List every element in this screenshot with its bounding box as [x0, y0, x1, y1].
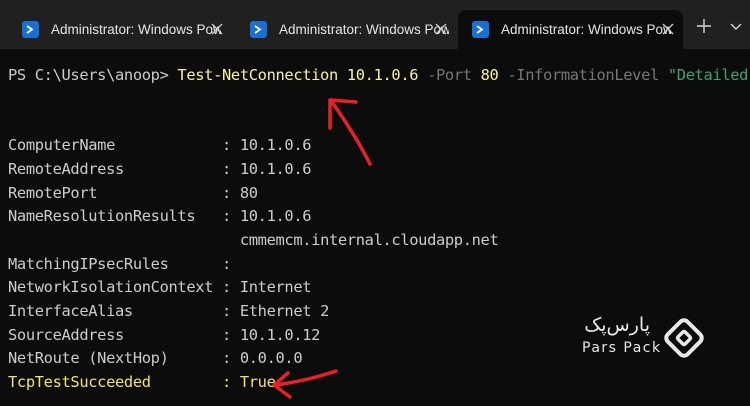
output-key: RemotePort: [8, 184, 222, 202]
command-line: PS C:\Users\anoop> Test-NetConnection 10…: [8, 65, 750, 85]
output-row: NetRoute (NextHop) : 0.0.0.0: [8, 348, 303, 368]
output-value: 10.1.0.6: [239, 207, 312, 225]
plus-icon[interactable]: [696, 18, 712, 34]
command-name: Test-NetConnection: [177, 66, 338, 84]
output-value: 10.1.0.6: [239, 136, 312, 154]
output-value: Ethernet 2: [239, 302, 330, 320]
tab-powershell-2[interactable]: Administrator: Windows PowerShell: [236, 10, 456, 49]
output-value: 10.1.0.6: [239, 160, 312, 178]
annotation-arrow-icon: [272, 369, 338, 399]
tab-title: Administrator: Windows PowerShell: [501, 22, 671, 37]
output-separator: :: [221, 326, 240, 344]
output-separator: :: [221, 302, 240, 320]
output-key: InterfaceAlias: [8, 302, 222, 320]
output-row: cmmemcm.internal.cloudapp.net: [8, 230, 499, 250]
tab-powershell-3[interactable]: Administrator: Windows PowerShell: [458, 10, 683, 49]
tab-powershell-1[interactable]: Administrator: Windows PowerShell: [8, 10, 232, 49]
output-row: InterfaceAlias : Ethernet 2: [8, 301, 329, 321]
output-key: RemoteAddress: [8, 160, 222, 178]
output-row: ComputerName : 10.1.0.6: [8, 135, 312, 155]
parspack-logo: پارس‌پک Pars Pack: [578, 314, 738, 364]
output-separator: :: [221, 160, 240, 178]
output-separator: :: [221, 373, 240, 391]
output-key: NetworkIsolationContext: [8, 278, 222, 296]
close-icon[interactable]: [434, 22, 448, 36]
prompt: PS C:\Users\anoop>: [8, 66, 178, 84]
output-separator: :: [221, 136, 240, 154]
output-row: RemoteAddress : 10.1.0.6: [8, 159, 312, 179]
parspack-logo-icon: [664, 318, 704, 358]
command-target: 10.1.0.6: [346, 66, 419, 84]
logo-text-fa: پارس‌پک: [584, 314, 650, 336]
output-value: Internet: [239, 278, 312, 296]
annotation-arrow-icon: [328, 98, 372, 166]
output-row: SourceAddress : 10.1.0.12: [8, 325, 320, 345]
command-info-value: "Detailed": [667, 66, 750, 84]
output-value: cmmemcm.internal.cloudapp.net: [239, 231, 499, 249]
terminal-pane[interactable]: PS C:\Users\anoop> Test-NetConnection 10…: [0, 49, 750, 406]
tab-bar: Administrator: Windows PowerShell Admini…: [0, 0, 750, 49]
output-row-tcp-test: TcpTestSucceeded : True: [8, 372, 276, 392]
output-key: SourceAddress: [8, 326, 222, 344]
output-separator: :: [221, 207, 240, 225]
tab-title: Administrator: Windows PowerShell: [51, 22, 221, 37]
output-key: NetRoute (NextHop): [8, 349, 222, 367]
chevron-down-icon[interactable]: [730, 22, 742, 32]
powershell-icon: [472, 21, 489, 38]
output-row: MatchingIPsecRules :: [8, 254, 240, 274]
output-separator: :: [221, 255, 240, 273]
command-port-param: -Port: [427, 66, 472, 84]
close-icon[interactable]: [661, 22, 675, 36]
logo-text-en: Pars Pack: [582, 340, 662, 356]
command-port-value: 80: [480, 66, 499, 84]
output-row: NetworkIsolationContext : Internet: [8, 277, 312, 297]
output-value: 80: [239, 184, 258, 202]
command-info-param: -InformationLevel: [507, 66, 659, 84]
output-separator: :: [221, 278, 240, 296]
output-row: RemotePort : 80: [8, 183, 258, 203]
output-separator: :: [221, 184, 240, 202]
output-key: ComputerName: [8, 136, 222, 154]
output-key: NameResolutionResults: [8, 207, 222, 225]
output-separator: :: [221, 349, 240, 367]
close-icon[interactable]: [210, 22, 224, 36]
tab-title: Administrator: Windows PowerShell: [279, 22, 449, 37]
output-key: MatchingIPsecRules: [8, 255, 222, 273]
output-key: [8, 231, 240, 249]
output-key: TcpTestSucceeded: [8, 373, 222, 391]
powershell-icon: [250, 21, 267, 38]
output-row: NameResolutionResults : 10.1.0.6: [8, 206, 312, 226]
output-value: 10.1.0.12: [239, 326, 321, 344]
powershell-icon: [22, 21, 39, 38]
